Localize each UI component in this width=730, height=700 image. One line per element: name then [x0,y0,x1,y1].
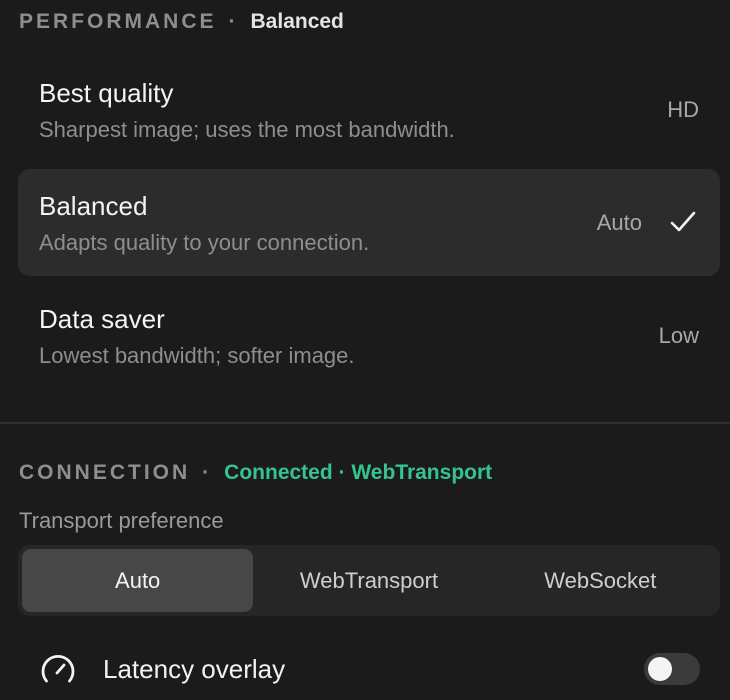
check-icon [670,211,696,232]
connection-status: Connected · WebTransport [224,461,493,484]
connection-title: CONNECTION [19,461,191,484]
transport-option-auto[interactable]: Auto [22,549,254,612]
option-description: Sharpest image; uses the most bandwidth. [39,117,455,142]
transport-segmented-control: Auto WebTransport WebSocket [18,545,720,616]
option-balanced[interactable]: Balanced Adapts quality to your connecti… [18,169,720,276]
toggle-knob [648,657,672,681]
section-divider [0,422,730,424]
connection-separator: · [202,461,210,484]
latency-overlay-toggle[interactable] [644,653,700,685]
option-best-quality[interactable]: Best quality Sharpest image; uses the mo… [18,56,720,163]
performance-separator: · [228,10,236,33]
transport-preference-label: Transport preference [19,508,224,533]
option-description: Adapts quality to your connection. [39,230,370,255]
performance-current: Balanced [250,10,344,33]
option-tag: Auto [596,210,642,235]
option-data-saver[interactable]: Data saver Lowest bandwidth; softer imag… [18,282,720,389]
option-title: Best quality [39,78,174,108]
option-title: Data saver [39,304,165,334]
transport-option-webtransport[interactable]: WebTransport [253,549,484,612]
transport-option-websocket[interactable]: WebSocket [485,549,716,612]
performance-header: PERFORMANCE · Balanced [19,10,344,34]
latency-overlay-row[interactable]: Latency overlay [0,640,730,700]
latency-overlay-label: Latency overlay [103,654,286,684]
option-tag: Low [658,323,699,348]
gauge-icon [41,654,75,683]
settings-panel: PERFORMANCE · Balanced Best quality Shar… [0,0,730,700]
performance-title: PERFORMANCE [19,10,217,33]
connection-header: CONNECTION · Connected · WebTransport [19,461,492,485]
option-description: Lowest bandwidth; softer image. [39,343,355,368]
option-tag: HD [667,97,699,122]
option-title: Balanced [39,191,148,221]
